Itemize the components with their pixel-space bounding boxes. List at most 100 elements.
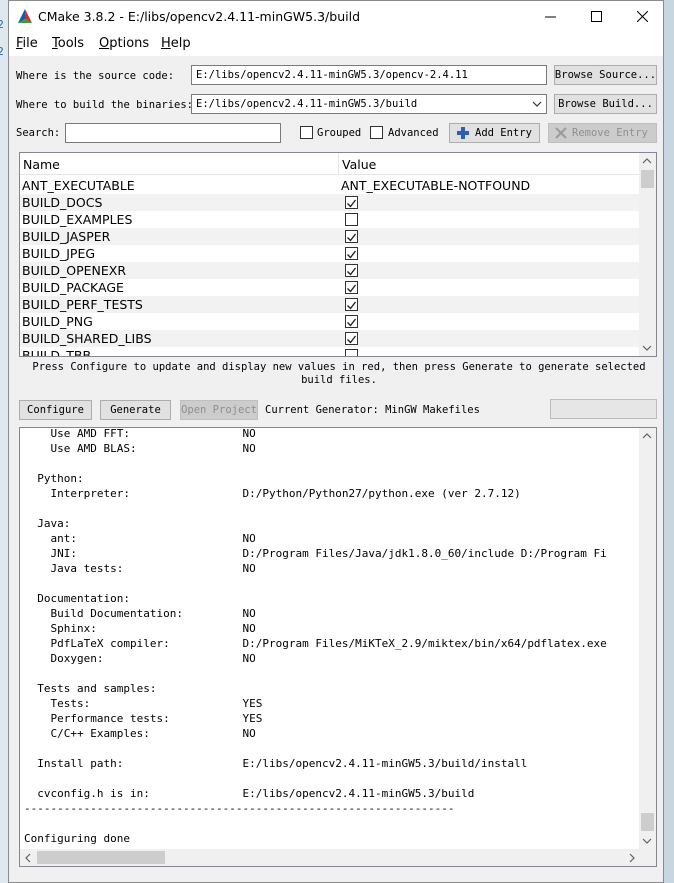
output-line: ----------------------------------------… xyxy=(24,802,455,815)
output-log[interactable]: Use AMD FFT: NO Use AMD BLAS: NO Python:… xyxy=(19,427,657,867)
source-path-input[interactable]: E:/libs/opencv2.4.11-minGW5.3/opencv-2.4… xyxy=(191,65,547,85)
table-vertical-scrollbar[interactable] xyxy=(639,153,656,356)
chevron-up-icon[interactable] xyxy=(642,157,652,165)
value-checkbox[interactable] xyxy=(345,264,358,277)
binaries-path-value: E:/libs/opencv2.4.11-minGW5.3/build xyxy=(196,98,418,110)
minimize-button[interactable] xyxy=(527,1,573,32)
variable-name: BUILD_PERF_TESTS xyxy=(22,297,143,312)
column-header-value[interactable]: Value xyxy=(342,157,376,172)
checkmark-icon xyxy=(347,233,357,242)
output-horizontal-scrollbar[interactable] xyxy=(20,849,641,866)
variable-name: BUILD_DOCS xyxy=(22,195,103,210)
value-checkbox[interactable] xyxy=(345,213,358,226)
column-divider[interactable] xyxy=(338,153,339,175)
grouped-checkbox[interactable] xyxy=(300,126,313,139)
remove-icon xyxy=(555,127,567,139)
value-checkbox[interactable] xyxy=(345,298,358,311)
value-checkbox[interactable] xyxy=(345,247,358,260)
output-vertical-scrollbar[interactable] xyxy=(639,428,656,851)
checkmark-icon xyxy=(347,335,357,344)
output-line: Python: xyxy=(24,472,84,485)
menu-tools[interactable]: Tools xyxy=(52,36,84,51)
maximize-button[interactable] xyxy=(573,1,619,32)
value-checkbox[interactable] xyxy=(345,230,358,243)
scrollbar-thumb[interactable] xyxy=(37,851,165,864)
menu-help[interactable]: Help xyxy=(161,36,191,51)
value-checkbox[interactable] xyxy=(345,315,358,328)
checkmark-icon xyxy=(347,301,357,310)
window-title: CMake 3.8.2 - E:/libs/opencv2.4.11-minGW… xyxy=(38,9,360,24)
cmake-logo-icon xyxy=(18,9,32,23)
title-bar[interactable]: CMake 3.8.2 - E:/libs/opencv2.4.11-minGW… xyxy=(9,1,663,32)
output-line: Doxygen: NO xyxy=(24,652,256,665)
close-button[interactable] xyxy=(619,1,663,32)
scrollbar-thumb[interactable] xyxy=(641,813,654,831)
checkmark-icon xyxy=(347,199,357,208)
variable-name: BUILD_JASPER xyxy=(22,229,111,244)
output-line: Tests: YES xyxy=(24,697,263,710)
table-row[interactable]: BUILD_TBB xyxy=(20,347,641,357)
table-row[interactable]: BUILD_PNG xyxy=(20,313,641,330)
close-icon xyxy=(636,11,648,22)
chevron-down-icon[interactable] xyxy=(642,344,652,352)
table-row[interactable]: BUILD_PERF_TESTS xyxy=(20,296,641,313)
variable-name: BUILD_OPENEXR xyxy=(22,263,127,278)
chevron-down-icon[interactable] xyxy=(532,100,542,108)
table-row[interactable]: BUILD_JASPER xyxy=(20,228,641,245)
table-row[interactable]: BUILD_PACKAGE xyxy=(20,279,641,296)
generate-button[interactable]: Generate xyxy=(100,400,171,420)
binaries-path-combobox[interactable]: E:/libs/opencv2.4.11-minGW5.3/build xyxy=(191,94,547,114)
source-label: Where is the source code: xyxy=(16,70,175,82)
output-line: Configuring done xyxy=(24,832,130,845)
menu-help-mnemonic: H xyxy=(161,36,171,51)
remove-entry-button[interactable]: Remove Entry xyxy=(548,123,657,143)
variable-name: BUILD_PNG xyxy=(22,314,93,329)
configure-button[interactable]: Configure xyxy=(19,400,92,420)
menu-options[interactable]: Options xyxy=(99,36,149,51)
output-line: Documentation: xyxy=(24,592,130,605)
checkmark-icon xyxy=(347,284,357,293)
menu-help-rest: elp xyxy=(170,36,191,51)
add-entry-button[interactable]: Add Entry xyxy=(449,123,540,143)
table-row[interactable]: BUILD_EXAMPLES xyxy=(20,211,641,228)
advanced-checkbox[interactable] xyxy=(370,126,383,139)
output-line: PdfLaTeX compiler: D:/Program Files/MiKT… xyxy=(24,637,607,650)
output-line: cvconfig.h is in: E:/libs/opencv2.4.11-m… xyxy=(24,787,475,800)
chevron-up-icon[interactable] xyxy=(642,432,652,440)
open-project-button[interactable]: Open Project xyxy=(180,400,258,420)
table-row[interactable]: BUILD_SHARED_LIBS xyxy=(20,330,641,347)
output-line: Use AMD BLAS: NO xyxy=(24,442,256,455)
chevron-left-icon[interactable] xyxy=(24,853,32,863)
table-row[interactable]: BUILD_JPEG xyxy=(20,245,641,262)
column-header-name[interactable]: Name xyxy=(23,157,60,172)
table-row[interactable]: ANT_EXECUTABLE ANT_EXECUTABLE-NOTFOUND xyxy=(20,177,641,194)
checkmark-icon xyxy=(347,250,357,259)
browse-source-button[interactable]: Browse Source... xyxy=(554,65,657,85)
menu-file[interactable]: File xyxy=(16,36,38,51)
variable-name: BUILD_JPEG xyxy=(22,246,96,261)
output-line: Sphinx: NO xyxy=(24,622,256,635)
variable-name: BUILD_PACKAGE xyxy=(22,280,124,295)
cache-variables-table[interactable]: Name Value ANT_EXECUTABLE ANT_EXECUTABLE-… xyxy=(19,152,657,357)
cmake-window: CMake 3.8.2 - E:/libs/opencv2.4.11-minGW… xyxy=(8,0,664,883)
menu-options-rest: ptions xyxy=(109,36,150,51)
value-checkbox[interactable] xyxy=(345,349,358,356)
value-checkbox[interactable] xyxy=(345,332,358,345)
add-entry-label: Add Entry xyxy=(475,127,532,139)
variable-value[interactable]: ANT_EXECUTABLE-NOTFOUND xyxy=(341,177,530,194)
browse-build-button[interactable]: Browse Build... xyxy=(554,94,657,114)
table-row[interactable]: BUILD_DOCS xyxy=(20,194,641,211)
search-input[interactable] xyxy=(65,123,281,143)
output-line: Tests and samples: xyxy=(24,682,157,695)
value-checkbox[interactable] xyxy=(345,196,358,209)
chevron-right-icon[interactable] xyxy=(628,853,636,863)
menu-file-rest: ile xyxy=(22,36,38,51)
menu-tools-rest: ools xyxy=(57,36,85,51)
variable-name: BUILD_TBB xyxy=(22,348,92,357)
variable-name: BUILD_SHARED_LIBS xyxy=(22,331,152,346)
table-row[interactable]: BUILD_OPENEXR xyxy=(20,262,641,279)
chevron-down-icon[interactable] xyxy=(642,837,652,845)
value-checkbox[interactable] xyxy=(345,281,358,294)
scrollbar-thumb[interactable] xyxy=(641,170,654,188)
output-line: Performance tests: YES xyxy=(24,712,263,725)
